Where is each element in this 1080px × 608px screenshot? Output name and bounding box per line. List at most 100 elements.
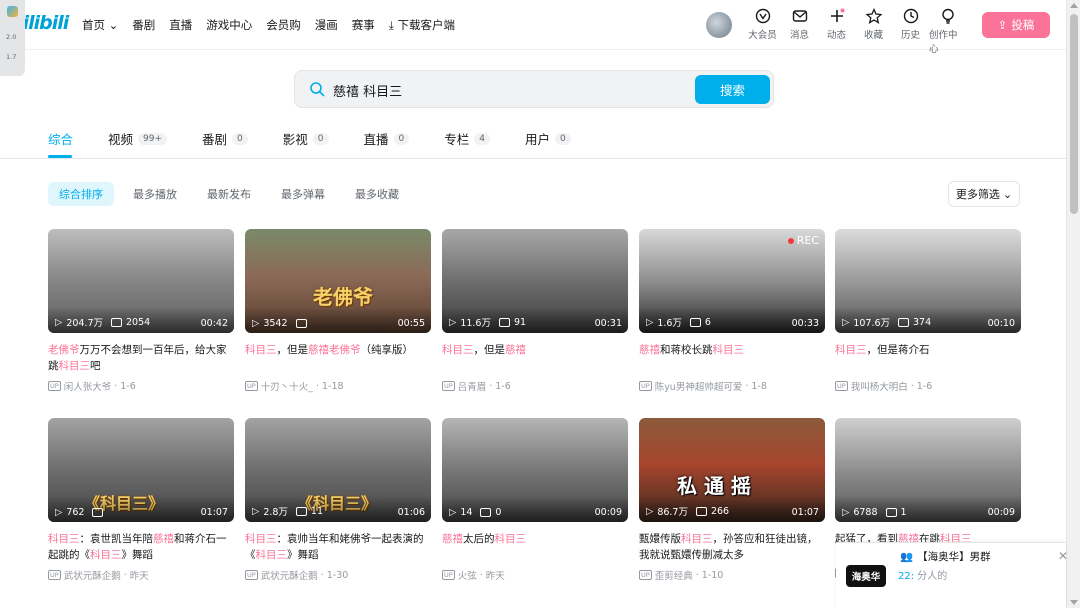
video-title[interactable]: 老佛爷万万不会想到一百年后，给大家跳科目三吧 bbox=[48, 342, 234, 374]
upload-button[interactable]: ⇪ 投稿 bbox=[982, 12, 1050, 38]
video-card[interactable]: 《科目三》 ▷ 762 01:07 科目三：袁世凯当年陪慈禧和蒋介石一起跳的《科… bbox=[48, 418, 234, 582]
nav-manga[interactable]: 漫画 bbox=[315, 17, 338, 33]
uploader-name[interactable]: 十刃丶十火_ bbox=[261, 379, 313, 393]
uploader-name[interactable]: 闲人张大爷 bbox=[64, 379, 112, 393]
video-card[interactable]: 私 通 摇 ▷ 86.7万 266 01:07 甄嬛传版科目三，孙答应和狂徒出镜… bbox=[639, 418, 825, 582]
nav-live[interactable]: 直播 bbox=[169, 17, 192, 33]
video-thumbnail[interactable]: ▷ 204.7万 2054 00:42 bbox=[48, 229, 234, 333]
video-thumbnail[interactable]: ▷ 11.6万 91 00:31 bbox=[442, 229, 628, 333]
nav-esports[interactable]: 赛事 bbox=[352, 17, 375, 33]
filter-latest[interactable]: 最新发布 bbox=[196, 182, 262, 206]
upload-date: 1-30 bbox=[326, 569, 349, 581]
keyword-highlight: 科目三 bbox=[48, 533, 80, 545]
header-favorites[interactable]: 收藏 bbox=[855, 8, 892, 41]
video-card[interactable]: 老佛爷 ▷ 3542 00:55 科目三，但是慈禧老佛爷（纯享版） UP 十刃丶… bbox=[245, 229, 431, 393]
danmaku-icon bbox=[111, 317, 123, 327]
nav-download[interactable]: ⤓ 下载客户端 bbox=[389, 17, 455, 33]
uploader-name[interactable]: 陈yu男神超帅超可爱 bbox=[655, 379, 743, 393]
danmaku-count: 266 bbox=[710, 505, 730, 517]
vip-icon bbox=[755, 8, 770, 24]
upload-date: 1-18 bbox=[321, 380, 344, 392]
video-stats: ▷ 2.8万 11 bbox=[252, 504, 323, 519]
tab-video[interactable]: 视频 99+ bbox=[108, 129, 168, 148]
header-dynamic[interactable]: 动态 bbox=[818, 8, 855, 41]
header-creator[interactable]: 创作中心 bbox=[929, 8, 966, 55]
video-thumbnail[interactable]: 私 通 摇 ▷ 86.7万 266 01:07 bbox=[639, 418, 825, 522]
uploader-badge-icon: UP bbox=[245, 570, 258, 580]
uploader-name[interactable]: 武状元酥企鹅 bbox=[64, 568, 121, 582]
video-card[interactable]: ▷ 204.7万 2054 00:42 老佛爷万万不会想到一百年后，给大家跳科目… bbox=[48, 229, 234, 393]
video-thumbnail[interactable]: 《科目三》 ▷ 762 01:07 bbox=[48, 418, 234, 522]
video-title[interactable]: 科目三：袁世凯当年陪慈禧和蒋介石一起跳的《科目三》舞蹈 bbox=[48, 531, 234, 563]
play-count: 107.6万 bbox=[853, 318, 891, 329]
tab-live[interactable]: 直播 0 bbox=[364, 129, 410, 148]
meta-separator: · bbox=[320, 569, 324, 581]
avatar[interactable] bbox=[706, 12, 732, 38]
nav-home[interactable]: 首页 ⌄ bbox=[82, 17, 118, 33]
nav-anime[interactable]: 番剧 bbox=[132, 17, 155, 33]
video-title[interactable]: 慈禧太后的科目三 bbox=[442, 531, 628, 563]
play-count: 2.8万 bbox=[263, 507, 288, 518]
video-card[interactable]: 《科目三》 ▷ 2.8万 11 01:06 科目三：袁帅当年和姥佛爷一起表演的《… bbox=[245, 418, 431, 582]
tab-label: 影视 bbox=[282, 132, 308, 147]
uploader-badge-icon: UP bbox=[245, 381, 258, 391]
header-history[interactable]: 历史 bbox=[892, 8, 929, 41]
nav-game-center[interactable]: 游戏中心 bbox=[206, 17, 252, 33]
group-chat-popup[interactable]: 海奥华 👥 【海奥华】男群 22: 分人的 ✕ bbox=[836, 542, 1068, 608]
header-vip[interactable]: 大会员 bbox=[744, 8, 781, 41]
video-stats: ▷ 14 0 bbox=[449, 507, 501, 518]
video-card[interactable]: ▷ 14 0 00:09 慈禧太后的科目三 UP 火弦 · 昨天 bbox=[442, 418, 628, 582]
more-filters-button[interactable]: 更多筛选 ⌄ bbox=[948, 181, 1020, 207]
video-thumbnail[interactable]: ▷ 6788 1 00:09 bbox=[835, 418, 1021, 522]
nav-mall[interactable]: 会员购 bbox=[266, 17, 301, 33]
search-button[interactable]: 搜索 bbox=[695, 75, 770, 104]
upload-label: 投稿 bbox=[1011, 18, 1035, 32]
video-title[interactable]: 科目三，但是蒋介石 bbox=[835, 342, 1021, 374]
filter-most-danmaku[interactable]: 最多弹幕 bbox=[270, 182, 336, 206]
video-thumbnail[interactable]: ▷ 107.6万 374 00:10 bbox=[835, 229, 1021, 333]
filter-most-favorited[interactable]: 最多收藏 bbox=[344, 182, 410, 206]
video-title[interactable]: 甄嬛传版科目三，孙答应和狂徒出镜，我就说甄嬛传删减太多 bbox=[639, 531, 825, 563]
filter-most-played[interactable]: 最多播放 bbox=[122, 182, 188, 206]
keyword-highlight: 科目三 bbox=[442, 344, 474, 356]
video-title[interactable]: 科目三，但是慈禧老佛爷（纯享版） bbox=[245, 342, 431, 374]
video-thumbnail[interactable]: ▷ 14 0 00:09 bbox=[442, 418, 628, 522]
floating-widget[interactable]: 2.0 1.7 bbox=[0, 0, 25, 76]
tab-bangumi[interactable]: 番剧 0 bbox=[202, 129, 248, 148]
danmaku-icon bbox=[480, 508, 492, 517]
scroll-down-arrow-icon[interactable] bbox=[1070, 600, 1078, 605]
scrollbar[interactable] bbox=[1066, 0, 1080, 608]
video-title[interactable]: 科目三：袁帅当年和姥佛爷一起表演的《科目三》舞蹈 bbox=[245, 531, 431, 563]
video-title[interactable]: 慈禧和蒋校长跳科目三 bbox=[639, 342, 825, 374]
popup-count: 22: bbox=[898, 571, 915, 582]
tab-movie[interactable]: 影视 0 bbox=[283, 129, 329, 148]
close-icon[interactable]: ✕ bbox=[1058, 549, 1068, 563]
scroll-up-arrow-icon[interactable] bbox=[1070, 3, 1078, 8]
video-thumbnail[interactable]: REC ▷ 1.6万 6 00:33 bbox=[639, 229, 825, 333]
video-card[interactable]: REC ▷ 1.6万 6 00:33 慈禧和蒋校长跳科目三 UP 陈yu男神超帅… bbox=[639, 229, 825, 393]
video-card[interactable]: ▷ 107.6万 374 00:10 科目三，但是蒋介石 UP 我叫杨大明白 ·… bbox=[835, 229, 1021, 393]
result-tabs: 综合 视频 99+ 番剧 0 影视 0 直播 0 专栏 4 用户 0 bbox=[48, 129, 606, 148]
scrollbar-thumb[interactable] bbox=[1070, 14, 1078, 214]
tab-user[interactable]: 用户 0 bbox=[525, 129, 571, 148]
tab-count: 0 bbox=[555, 132, 571, 145]
filter-default-sort[interactable]: 综合排序 bbox=[48, 182, 114, 206]
danmaku-count: 2054 bbox=[126, 316, 151, 328]
uploader-name[interactable]: 我叫杨大明白 bbox=[851, 379, 908, 393]
uploader-name[interactable]: 吕青眉 bbox=[458, 379, 487, 393]
uploader-name[interactable]: 火弦 bbox=[458, 568, 477, 582]
play-count-icon: ▷ bbox=[449, 316, 457, 328]
uploader-name[interactable]: 武状元酥企鹅 bbox=[261, 568, 318, 582]
video-thumbnail[interactable]: 老佛爷 ▷ 3542 00:55 bbox=[245, 229, 431, 333]
star-icon bbox=[865, 8, 882, 24]
play-count-icon: ▷ bbox=[842, 316, 850, 328]
video-meta: UP 我叫杨大明白 · 1-6 bbox=[835, 379, 1021, 393]
play-count-icon: ▷ bbox=[252, 505, 260, 517]
video-thumbnail[interactable]: 《科目三》 ▷ 2.8万 11 01:06 bbox=[245, 418, 431, 522]
header-message[interactable]: 消息 bbox=[781, 8, 818, 41]
tab-all[interactable]: 综合 bbox=[48, 129, 73, 148]
video-card[interactable]: ▷ 11.6万 91 00:31 科目三，但是慈禧 UP 吕青眉 · 1-6 bbox=[442, 229, 628, 393]
video-title[interactable]: 科目三，但是慈禧 bbox=[442, 342, 628, 374]
tab-article[interactable]: 专栏 4 bbox=[444, 129, 491, 148]
uploader-name[interactable]: 歪剪经典 bbox=[655, 568, 693, 582]
